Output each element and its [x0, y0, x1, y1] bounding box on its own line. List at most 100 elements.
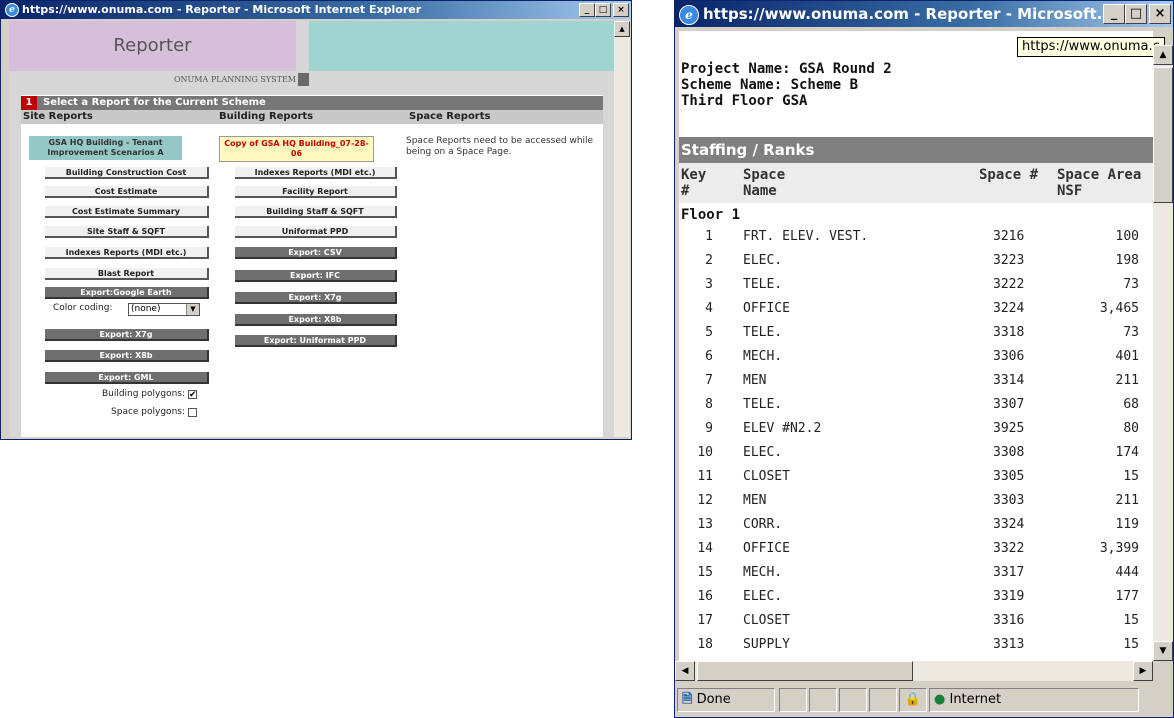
table-row: 2 ELEC. 3223 198: [679, 249, 1153, 273]
close-button[interactable]: ×: [613, 3, 629, 17]
vertical-scroll-thumb[interactable]: [1153, 67, 1173, 203]
ie-icon: e: [679, 4, 699, 25]
space-area-cell: 174: [1115, 445, 1139, 460]
export-uniformat-ppd-button[interactable]: Export: Uniformat PPD: [235, 335, 397, 347]
building-polygons-label: Building polygons:: [101, 389, 185, 399]
section-title: Staffing / Ranks: [679, 137, 1153, 163]
panel-heading: 1 Select a Report for the Current Scheme: [21, 96, 603, 110]
space-name-cell: ELEC.: [743, 253, 783, 268]
zone-cell: ● Internet: [929, 688, 1139, 712]
site-staff-sqft-button[interactable]: Site Staff & SQFT: [45, 226, 209, 238]
status-bar: 🗎 Done 🔒 ● Internet: [675, 684, 1173, 717]
export-csv-button[interactable]: Export: CSV: [235, 247, 397, 259]
cost-estimate-summary-button[interactable]: Cost Estimate Summary: [45, 206, 209, 218]
space-area-cell: 68: [1123, 397, 1139, 412]
table-row: 15 MECH. 3317 444: [679, 561, 1153, 585]
export-ifc-button[interactable]: Export: IFC: [235, 270, 397, 282]
vertical-scrollbar[interactable]: ▲: [614, 21, 630, 437]
color-coding-select[interactable]: (none) ▼: [128, 303, 200, 316]
table-row: 16 ELEC. 3319 177: [679, 585, 1153, 609]
building-export-x8b-button[interactable]: Export: X8b: [235, 314, 397, 326]
building-scheme-link[interactable]: Copy of GSA HQ Building_07-28-06: [219, 136, 374, 162]
checkmark-icon: ✔: [189, 390, 197, 400]
building-export-x7g-button[interactable]: Export: X7g: [235, 292, 397, 304]
space-polygons-checkbox[interactable]: [188, 408, 197, 417]
facility-report-button[interactable]: Facility Report: [235, 186, 397, 198]
banner-title: Reporter: [113, 35, 192, 56]
space-name-cell: OFFICE: [743, 301, 790, 316]
cost-estimate-button[interactable]: Cost Estimate: [45, 186, 209, 198]
globe-icon: ●: [934, 692, 946, 707]
space-area-cell: 3,465: [1099, 301, 1139, 316]
key-cell: 12: [697, 493, 713, 508]
space-area-cell: 401: [1115, 349, 1139, 364]
scroll-down-arrow-icon[interactable]: ▼: [1153, 641, 1173, 661]
status-cell: [869, 688, 897, 712]
color-coding-value: (none): [131, 304, 161, 314]
space-name-cell: ELEC.: [743, 589, 783, 604]
horizontal-scrollbar[interactable]: ◀ ▶: [675, 661, 1153, 681]
space-area-cell: 444: [1115, 565, 1139, 580]
window-controls: _ □ ×: [579, 3, 629, 17]
scroll-left-arrow-icon[interactable]: ◀: [675, 661, 695, 681]
space-name-cell: TELE.: [743, 397, 783, 412]
space-area-cell: 80: [1123, 421, 1139, 436]
space-name-cell: MECH.: [743, 565, 783, 580]
space-name-cell: OFFICE: [743, 541, 790, 556]
space-number-cell: 3324: [993, 517, 1025, 532]
minimize-button[interactable]: _: [579, 3, 595, 17]
export-gml-button[interactable]: Export: GML: [45, 372, 209, 384]
space-area-cell: 100: [1115, 229, 1139, 244]
chevron-down-icon[interactable]: ▼: [186, 304, 199, 315]
scroll-right-arrow-icon[interactable]: ▶: [1133, 661, 1153, 681]
window-title: https://www.onuma.com - Reporter - Micro…: [22, 3, 422, 16]
space-area-cell: 211: [1115, 373, 1139, 388]
building-staff-sqft-button[interactable]: Building Staff & SQFT: [235, 206, 397, 218]
key-cell: 18: [697, 637, 713, 652]
space-polygons-label: Space polygons:: [111, 407, 185, 417]
key-cell: 10: [697, 445, 713, 460]
space-number-cell: 3317: [993, 565, 1025, 580]
minimize-button[interactable]: _: [1103, 4, 1125, 24]
scroll-up-arrow-icon[interactable]: ▲: [1153, 45, 1173, 65]
space-reports-note: Space Reports need to be accessed while …: [406, 136, 594, 157]
table-row: 4 OFFICE 3224 3,465: [679, 297, 1153, 321]
space-name-cell: ELEV #N2.2: [743, 421, 822, 436]
table-row: 3 TELE. 3222 73: [679, 273, 1153, 297]
space-name-cell: TELE.: [743, 277, 783, 292]
building-polygons-checkbox[interactable]: ✔: [188, 390, 197, 400]
horizontal-scroll-thumb[interactable]: [697, 661, 913, 681]
table-row: 5 TELE. 3318 73: [679, 321, 1153, 345]
space-number-cell: 3318: [993, 325, 1025, 340]
export-google-earth-button[interactable]: Export:Google Earth: [45, 287, 209, 299]
vertical-scrollbar[interactable]: ▲ ▼: [1153, 45, 1173, 661]
maximize-button[interactable]: □: [1125, 4, 1147, 24]
step-badge: 1: [21, 96, 37, 110]
space-area-cell: 73: [1123, 325, 1139, 340]
close-button[interactable]: ×: [1149, 4, 1171, 24]
title-bar[interactable]: e https://www.onuma.com - Reporter - Micr…: [675, 1, 1173, 27]
space-area-cell: 3,399: [1099, 541, 1139, 556]
site-scheme-link[interactable]: GSA HQ Building - Tenant Improvement Sce…: [29, 136, 182, 160]
space-number-cell: 3322: [993, 541, 1025, 556]
site-indexes-reports-button[interactable]: Indexes Reports (MDI etc.): [45, 247, 209, 259]
site-export-x8b-button[interactable]: Export: X8b: [45, 350, 209, 362]
scroll-up-arrow-icon[interactable]: ▲: [614, 21, 630, 37]
color-coding-label: Color coding:: [53, 303, 113, 313]
site-export-x7g-button[interactable]: Export: X7g: [45, 329, 209, 341]
maximize-button[interactable]: □: [595, 3, 611, 17]
building-indexes-reports-button[interactable]: Indexes Reports (MDI etc.): [235, 167, 397, 179]
key-cell: 9: [705, 421, 713, 436]
status-cell: [839, 688, 867, 712]
blast-report-button[interactable]: Blast Report: [45, 268, 209, 280]
title-bar[interactable]: e https://www.onuma.com - Reporter - Micr…: [1, 1, 631, 19]
space-number-cell: 3319: [993, 589, 1025, 604]
column-headers: Site Reports Building Reports Space Repo…: [21, 110, 603, 124]
building-construction-cost-button[interactable]: Building Construction Cost: [45, 167, 209, 179]
space-area-cell: 198: [1115, 253, 1139, 268]
uniformat-ppd-button[interactable]: Uniformat PPD: [235, 226, 397, 238]
key-cell: 4: [705, 301, 713, 316]
space-number-cell: 3306: [993, 349, 1025, 364]
key-cell: 1: [705, 229, 713, 244]
key-cell: 6: [705, 349, 713, 364]
